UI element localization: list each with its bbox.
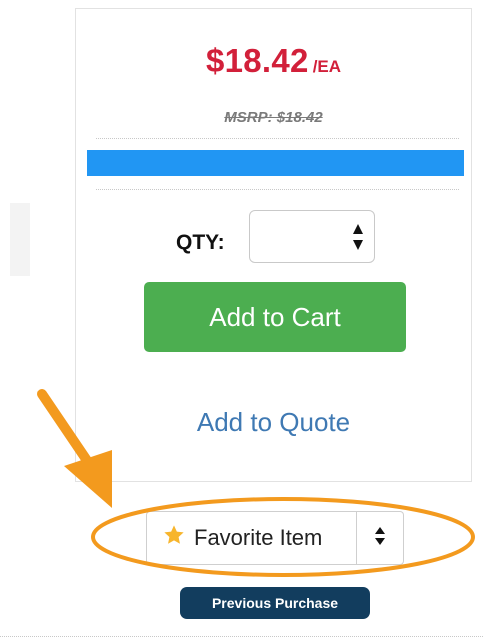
left-side-tab [10,203,30,276]
favorite-item-label: Favorite Item [194,525,323,550]
quantity-stepper[interactable] [249,210,375,263]
price: $18.42 [205,42,309,79]
star-icon [163,524,185,552]
favorite-dropdown-toggle[interactable] [357,511,404,565]
divider-top [96,138,459,139]
previous-purchase-badge: Previous Purchase [180,587,370,619]
favorite-item-button[interactable]: Favorite Item [146,511,357,565]
blue-bar [87,150,464,176]
qty-label: QTY: [176,231,225,254]
divider-bottom [96,189,459,190]
add-to-cart-button[interactable]: Add to Cart [144,282,406,352]
price-unit: /EA [312,57,342,76]
up-down-arrows-icon[interactable] [352,222,364,252]
bottom-divider [0,636,483,637]
favorite-group: Favorite Item [146,511,404,565]
up-down-caret-icon [374,526,386,551]
price-row: $18.42/EA [76,42,471,80]
msrp: MSRP: $18.42 [224,109,323,126]
product-card: $18.42/EA MSRP: $18.42 QTY: Add to Cart … [75,8,472,482]
add-to-quote-link[interactable]: Add to Quote [76,407,471,438]
